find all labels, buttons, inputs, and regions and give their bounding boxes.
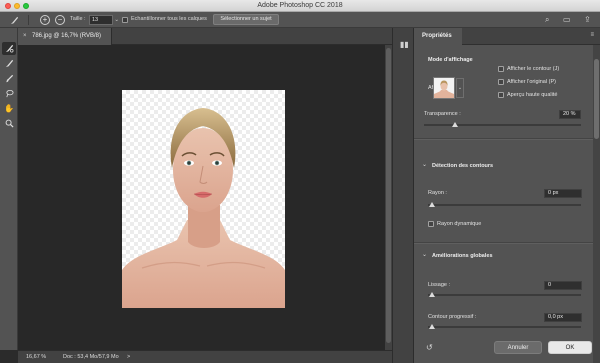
panel-menu-icon[interactable]: ≡ — [590, 32, 594, 38]
feather-slider-track[interactable] — [428, 326, 581, 328]
brush-icon — [5, 74, 13, 83]
status-bar: 16,67 % Doc : 53,4 Mo/57,9 Mo > — [18, 350, 392, 363]
tools-panel: ✋ — [0, 28, 18, 350]
share-icon[interactable]: ⇪ — [584, 14, 591, 26]
transparency-input[interactable]: 20 % — [559, 110, 581, 119]
window-titlebar: Adobe Photoshop CC 2018 — [0, 0, 600, 12]
close-tab-icon[interactable]: × — [23, 33, 27, 39]
radius-slider-handle[interactable] — [429, 202, 435, 207]
reset-icon[interactable]: ↺ — [426, 343, 433, 352]
tab-properties[interactable]: Propriétés — [414, 28, 462, 45]
cancel-button[interactable]: Annuler — [494, 341, 542, 354]
lasso-icon — [5, 89, 14, 98]
document-tab-title: 786.jpg @ 16,7% (RVB/8) — [32, 33, 102, 39]
chevron-down-icon: ⌄ — [114, 17, 119, 23]
chevron-down-icon[interactable]: ⌄ — [422, 161, 427, 168]
feather-label: Contour progressif : — [428, 314, 477, 320]
view-mode-preview-image — [434, 78, 454, 98]
transparency-slider-track[interactable] — [424, 124, 581, 126]
view-mode-title: Mode d'affichage — [428, 57, 473, 63]
document-tab[interactable]: × 786.jpg @ 16,7% (RVB/8) — [18, 28, 112, 45]
feather-slider-handle[interactable] — [429, 324, 435, 329]
smooth-slider-track[interactable] — [428, 294, 581, 296]
brush-tool[interactable] — [2, 72, 16, 85]
feather-input[interactable]: 0,0 px — [544, 313, 582, 322]
view-mode-thumbnail[interactable] — [433, 77, 455, 99]
size-value: 13 — [92, 17, 99, 23]
quick-selection-tool[interactable] — [2, 42, 16, 55]
view-mode-dropdown-icon[interactable]: ⌄ — [456, 78, 464, 98]
show-edge-label: Afficher le contour (J) — [507, 66, 560, 72]
size-select[interactable]: 13 ⌄ — [89, 15, 119, 25]
lasso-tool[interactable] — [2, 87, 16, 100]
canvas-area[interactable] — [18, 45, 385, 350]
properties-scroll-thumb[interactable] — [594, 59, 599, 139]
status-menu-arrow[interactable]: > — [127, 354, 130, 360]
edge-detection-title[interactable]: Détection des contours — [432, 163, 493, 169]
global-refinements-title[interactable]: Améliorations globales — [432, 253, 493, 259]
smooth-slider-handle[interactable] — [429, 292, 435, 297]
zoom-icon — [5, 119, 14, 128]
smart-radius-label: Rayon dynamique — [437, 221, 482, 227]
show-original-label: Afficher l'original (P) — [507, 79, 556, 85]
radius-label: Rayon : — [428, 190, 447, 196]
properties-scrollbar[interactable] — [593, 45, 600, 363]
hand-icon: ✋ — [4, 104, 14, 113]
chevron-down-icon[interactable]: ⌄ — [422, 251, 427, 258]
radius-slider-track[interactable] — [428, 204, 581, 206]
transparency-slider-handle[interactable] — [452, 122, 459, 127]
search-icon[interactable]: ⌕ — [545, 14, 549, 26]
hand-tool[interactable]: ✋ — [2, 102, 16, 115]
options-separator — [28, 15, 29, 25]
zoom-level[interactable]: 16,67 % — [26, 354, 46, 360]
size-label: Taille : — [70, 16, 86, 22]
show-edge-checkbox[interactable] — [498, 66, 504, 72]
sample-all-layers-checkbox[interactable] — [122, 17, 128, 23]
smooth-label: Lissage : — [428, 282, 451, 288]
transparency-label: Transparence : — [424, 111, 461, 117]
canvas-scroll-thumb[interactable] — [386, 48, 391, 343]
canvas-vertical-scrollbar[interactable] — [385, 45, 392, 350]
refine-edge-brush-icon — [5, 59, 13, 68]
document-image — [122, 90, 285, 308]
document-tab-strip: × 786.jpg @ 16,7% (RVB/8) — [18, 28, 392, 45]
high-quality-preview-label: Aperçu haute qualité — [507, 92, 558, 98]
sample-all-layers-label: Echantillonner tous les calques — [131, 16, 207, 22]
tool-preset-picker[interactable] — [7, 14, 21, 26]
refine-brush-icon — [10, 16, 18, 24]
section-divider-light — [414, 243, 593, 244]
collapsed-panel-dock: ▮▮ — [392, 28, 414, 363]
ok-button[interactable]: OK — [548, 341, 592, 354]
portrait-image — [122, 108, 285, 308]
refine-edge-brush-tool[interactable] — [2, 57, 16, 70]
radius-input[interactable]: 0 px — [544, 189, 582, 198]
options-bar: + − Taille : 13 ⌄ Echantillonner tous le… — [0, 12, 600, 28]
add-mode-icon[interactable]: + — [40, 15, 50, 25]
subtract-mode-icon[interactable]: − — [55, 15, 65, 25]
smart-radius-checkbox[interactable] — [428, 221, 434, 227]
high-quality-preview-checkbox[interactable] — [498, 92, 504, 98]
workspace-icon[interactable]: ▭ — [563, 14, 571, 26]
properties-panel-icon[interactable]: ▮▮ — [400, 40, 409, 49]
zoom-tool[interactable] — [2, 117, 16, 130]
select-subject-button[interactable]: Sélectionner un sujet — [213, 14, 279, 25]
window-title: Adobe Photoshop CC 2018 — [257, 2, 343, 9]
section-divider-light — [414, 139, 593, 140]
document-size-info: Doc : 53,4 Mo/57,9 Mo — [63, 354, 119, 360]
quick-selection-icon — [5, 44, 13, 53]
show-original-checkbox[interactable] — [498, 79, 504, 85]
properties-panel: Propriétés ≡ Mode d'affichage Affichage … — [414, 28, 600, 363]
smooth-input[interactable]: 0 — [544, 281, 582, 290]
properties-tab-row: Propriétés ≡ — [414, 28, 600, 45]
